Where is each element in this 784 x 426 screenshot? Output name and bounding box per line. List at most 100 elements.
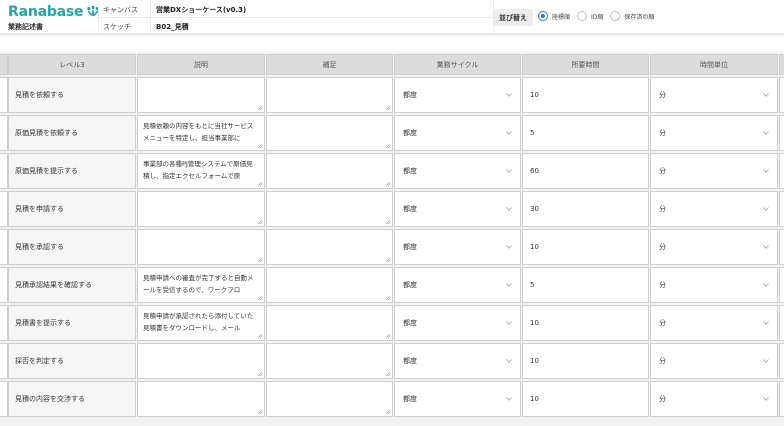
unit-select[interactable]: 分 [650, 77, 778, 113]
app-header: Ranabase 業務記述書 キャンバス 営業DXショーケース(v0.3) スケ… [0, 0, 784, 34]
cycle-select[interactable]: 都度 [394, 77, 521, 113]
level3-cell[interactable]: 原価見積を依頼する [8, 115, 136, 151]
chevron-down-icon [763, 131, 769, 135]
note-textarea[interactable] [266, 381, 393, 417]
cycle-select[interactable]: 都度 [394, 305, 521, 341]
unit-select[interactable]: 分 [650, 381, 778, 417]
duration-input[interactable]: 10 [522, 305, 649, 341]
radio-selected-icon[interactable] [538, 11, 548, 21]
level3-cell[interactable]: 採否を判定する [8, 343, 136, 379]
radio-unselected-icon[interactable] [610, 11, 621, 21]
resize-grip-icon[interactable] [257, 295, 263, 301]
level3-text: 採否を判定する [15, 357, 64, 365]
level3-text: 見積の内容を交渉する [15, 395, 85, 403]
chevron-down-icon [506, 207, 512, 211]
level3-cell[interactable]: 見積の内容を交渉する [8, 381, 136, 417]
resize-grip-icon[interactable] [385, 371, 391, 377]
table-row: 見積の内容を交渉する 都度 10 分 [0, 380, 784, 418]
app-subtitle: 業務記述書 [8, 23, 43, 31]
resize-grip-icon[interactable] [257, 181, 263, 187]
app-logo[interactable]: Ranabase [8, 4, 100, 20]
unit-select[interactable]: 分 [650, 115, 778, 151]
note-textarea[interactable] [266, 229, 393, 265]
description-textarea[interactable] [137, 191, 265, 227]
note-text [272, 82, 387, 108]
logo-text: Ranabase [8, 4, 84, 20]
duration-input[interactable]: 10 [522, 343, 649, 379]
resize-grip-icon[interactable] [257, 105, 263, 111]
cycle-select[interactable]: 都度 [394, 343, 521, 379]
note-text [272, 196, 387, 222]
note-textarea[interactable] [266, 153, 393, 189]
level3-cell[interactable]: 見積を依頼する [8, 77, 136, 113]
chevron-down-icon [506, 359, 512, 363]
cycle-select[interactable]: 都度 [394, 115, 521, 151]
duration-input[interactable]: 10 [522, 77, 649, 113]
description-textarea[interactable]: 見積申請への審査が完了すると自動メールを受信するので、ワークフロ [137, 267, 265, 303]
duration-input[interactable]: 5 [522, 115, 649, 151]
resize-grip-icon[interactable] [385, 257, 391, 263]
description-textarea[interactable]: 事業部の各種PJ管理システムで原価見積し、指定エクセルフォームで原 [137, 153, 265, 189]
resize-grip-icon[interactable] [385, 219, 391, 225]
resize-grip-icon[interactable] [385, 105, 391, 111]
unit-select[interactable]: 分 [650, 153, 778, 189]
duration-input[interactable]: 60 [522, 153, 649, 189]
description-textarea[interactable] [137, 77, 265, 113]
cycle-select[interactable]: 都度 [394, 267, 521, 303]
duration-input[interactable]: 30 [522, 191, 649, 227]
duration-input[interactable]: 10 [522, 381, 649, 417]
level3-cell[interactable]: 見積書を提示する [8, 305, 136, 341]
resize-grip-icon[interactable] [257, 333, 263, 339]
resize-grip-icon[interactable] [257, 219, 263, 225]
unit-select[interactable]: 分 [650, 191, 778, 227]
cycle-select[interactable]: 都度 [394, 191, 521, 227]
unit-select[interactable]: 分 [650, 305, 778, 341]
cycle-select[interactable]: 都度 [394, 153, 521, 189]
sort-option-coordinate[interactable]: 座標順 [538, 11, 570, 21]
unit-select[interactable]: 分 [650, 267, 778, 303]
unit-select[interactable]: 分 [650, 229, 778, 265]
resize-grip-icon[interactable] [385, 143, 391, 149]
level3-cell[interactable]: 原価見積を提示する [8, 153, 136, 189]
resize-grip-icon[interactable] [385, 295, 391, 301]
cycle-select[interactable]: 都度 [394, 381, 521, 417]
description-textarea[interactable]: 見積申請が承認されたら添付していた見積書をダウンロードし、メール [137, 305, 265, 341]
level3-cell[interactable]: 見積承認結果を確認する [8, 267, 136, 303]
resize-grip-icon[interactable] [257, 409, 263, 415]
resize-grip-icon[interactable] [257, 143, 263, 149]
resize-grip-icon[interactable] [257, 371, 263, 377]
note-textarea[interactable] [266, 305, 393, 341]
resize-grip-icon[interactable] [257, 257, 263, 263]
radio-unselected-icon[interactable] [577, 11, 588, 21]
cycle-select[interactable]: 都度 [394, 229, 521, 265]
sort-option-saved[interactable]: 保存済の順 [610, 11, 654, 21]
description-text: 事業部の各種PJ管理システムで原価見積し、指定エクセルフォームで原 [143, 160, 253, 180]
chevron-down-icon [506, 283, 512, 287]
table-row: 見積承認結果を確認する 見積申請への審査が完了すると自動メールを受信するので、ワ… [0, 266, 784, 304]
description-textarea[interactable] [137, 229, 265, 265]
duration-value: 10 [530, 357, 539, 365]
duration-input[interactable]: 10 [522, 229, 649, 265]
description-text [143, 234, 259, 260]
description-textarea[interactable] [137, 381, 265, 417]
note-textarea[interactable] [266, 343, 393, 379]
level3-cell[interactable]: 見積を申請する [8, 191, 136, 227]
description-textarea[interactable]: 見積依頼の内容をもとに当社サービスメニューを特定し、担当事業部に [137, 115, 265, 151]
duration-input[interactable]: 5 [522, 267, 649, 303]
sort-option-id[interactable]: ID順 [577, 11, 603, 21]
chevron-down-icon [506, 93, 512, 97]
description-textarea[interactable] [137, 343, 265, 379]
note-textarea[interactable] [266, 77, 393, 113]
note-textarea[interactable] [266, 115, 393, 151]
column-header-cycle: 業務サイクル [394, 54, 521, 75]
offscreen-cell-left [0, 115, 8, 151]
note-textarea[interactable] [266, 267, 393, 303]
resize-grip-icon[interactable] [385, 409, 391, 415]
unit-select[interactable]: 分 [650, 343, 778, 379]
level3-cell[interactable]: 見積を承認する [8, 229, 136, 265]
note-textarea[interactable] [266, 191, 393, 227]
chevron-down-icon [763, 397, 769, 401]
column-header-duration: 所要時間 [522, 54, 649, 75]
resize-grip-icon[interactable] [385, 333, 391, 339]
resize-grip-icon[interactable] [385, 181, 391, 187]
